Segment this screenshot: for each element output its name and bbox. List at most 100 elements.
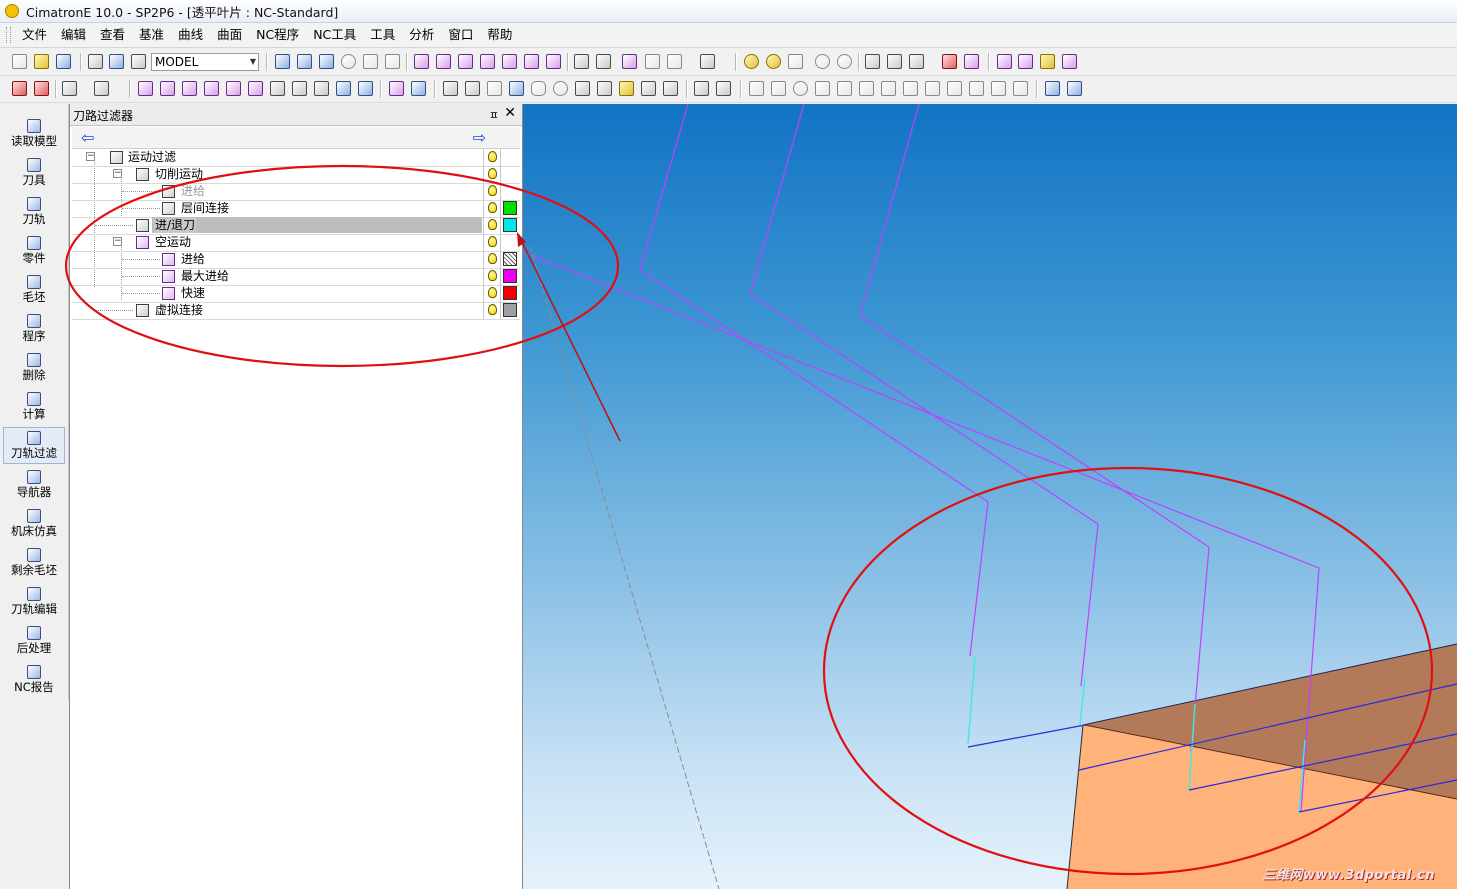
align-icon[interactable]: [663, 81, 678, 96]
arrow-left-icon[interactable]: ⇦: [81, 128, 94, 147]
sidebar-item-post-process[interactable]: 后处理: [3, 623, 65, 660]
trim-icon[interactable]: [859, 81, 874, 96]
light-off-icon[interactable]: [788, 54, 803, 69]
new-file-icon[interactable]: [12, 54, 27, 69]
collapse-icon[interactable]: −: [113, 237, 122, 246]
color-swatch[interactable]: [503, 303, 517, 317]
rotate-icon[interactable]: [385, 54, 400, 69]
wireframe-icon[interactable]: [645, 54, 660, 69]
view-right-icon[interactable]: [502, 54, 517, 69]
tree-row[interactable]: 进给: [72, 251, 520, 269]
tree-row[interactable]: − 切削运动: [72, 166, 520, 184]
menu-surface[interactable]: 曲面: [210, 24, 249, 46]
view-back-icon[interactable]: [458, 54, 473, 69]
sketch-icon[interactable]: [694, 81, 709, 96]
line-icon[interactable]: [749, 81, 764, 96]
sidebar-item-part[interactable]: 零件: [3, 233, 65, 270]
tool-holder-icon[interactable]: [575, 81, 590, 96]
view-left-icon[interactable]: [480, 54, 495, 69]
menu-analysis[interactable]: 分析: [402, 24, 441, 46]
light-bulb-icon[interactable]: [488, 270, 497, 281]
light-bulb-icon[interactable]: [488, 304, 497, 315]
tree-row[interactable]: − 运动过滤: [72, 149, 520, 167]
sidebar-item-tool[interactable]: 刀具: [3, 155, 65, 192]
render-mode-icon[interactable]: [700, 54, 715, 69]
model-view-icon[interactable]: [88, 54, 103, 69]
shading-icon[interactable]: [622, 54, 637, 69]
color-swatch[interactable]: [503, 218, 517, 232]
view-iso-icon[interactable]: [414, 54, 429, 69]
menu-tools[interactable]: 工具: [363, 24, 402, 46]
sphere-icon[interactable]: [553, 81, 568, 96]
filter-icon[interactable]: [1040, 54, 1055, 69]
pick-icon[interactable]: [947, 81, 962, 96]
color-swatch[interactable]: [503, 252, 517, 266]
menu-nc-program[interactable]: NC程序: [249, 24, 306, 46]
tree-row[interactable]: − 空运动: [72, 234, 520, 252]
plane-icon[interactable]: [837, 81, 852, 96]
light-bulb-icon[interactable]: [488, 168, 497, 179]
sidebar-item-compute[interactable]: 计算: [3, 389, 65, 426]
ucs-icon[interactable]: [1045, 81, 1060, 96]
tree-row[interactable]: 进/退刀: [72, 217, 520, 235]
menu-view[interactable]: 查看: [93, 24, 132, 46]
layers-icon[interactable]: [109, 54, 124, 69]
box-icon[interactable]: [531, 81, 546, 96]
menu-curve[interactable]: 曲线: [171, 24, 210, 46]
menu-window[interactable]: 窗口: [441, 24, 480, 46]
check-icon[interactable]: [597, 81, 612, 96]
layer-manager-icon[interactable]: [997, 54, 1012, 69]
menu-nc-tools[interactable]: NC工具: [306, 24, 363, 46]
arc-icon[interactable]: [815, 81, 830, 96]
set-manager-icon[interactable]: [1018, 54, 1033, 69]
mark-icon[interactable]: [389, 81, 404, 96]
tree-row[interactable]: 进给: [72, 183, 520, 201]
open-folder-icon[interactable]: [34, 54, 49, 69]
surface-tool-5-icon[interactable]: [226, 81, 241, 96]
pin-icon[interactable]: ㅍ: [489, 107, 499, 123]
menu-edit[interactable]: 编辑: [54, 24, 93, 46]
analysis-1-icon[interactable]: [443, 81, 458, 96]
zoom-dynamic-icon[interactable]: [319, 54, 334, 69]
light-bulb-icon[interactable]: [744, 54, 759, 69]
sidebar-item-toolpath[interactable]: 刀轨: [3, 194, 65, 231]
tree-row[interactable]: 快速: [72, 285, 520, 303]
sidebar-item-toolpath-edit[interactable]: 刀轨编辑: [3, 584, 65, 621]
light-bulb-icon[interactable]: [488, 185, 497, 196]
zoom-window-icon[interactable]: [297, 54, 312, 69]
object-filter-icon[interactable]: [1062, 54, 1077, 69]
menu-datum[interactable]: 基准: [132, 24, 171, 46]
analysis-2-icon[interactable]: [465, 81, 480, 96]
points-grid-icon[interactable]: [1013, 81, 1028, 96]
undo-icon[interactable]: [94, 81, 109, 96]
swap-icon[interactable]: [358, 81, 373, 96]
model-select[interactable]: MODEL ▼: [151, 53, 259, 71]
hidden-line-icon[interactable]: [667, 54, 682, 69]
view-normal-icon[interactable]: [574, 54, 589, 69]
circle-icon[interactable]: [793, 81, 808, 96]
pan-icon[interactable]: [363, 54, 378, 69]
sidebar-item-machine-sim[interactable]: 机床仿真: [3, 506, 65, 543]
menu-help[interactable]: 帮助: [480, 24, 519, 46]
color-swatch[interactable]: [503, 269, 517, 283]
surface-tool-10-icon[interactable]: [336, 81, 351, 96]
surface-tool-6-icon[interactable]: [248, 81, 263, 96]
measure-icon[interactable]: [887, 54, 902, 69]
project-icon[interactable]: [903, 81, 918, 96]
sidebar-item-toolpath-filter[interactable]: 刀轨过滤: [3, 427, 65, 464]
color-swatch[interactable]: [503, 286, 517, 300]
light-bulb-icon[interactable]: [488, 151, 497, 162]
coordinate-icon[interactable]: [991, 81, 1006, 96]
light-bulb-icon[interactable]: [488, 253, 497, 264]
sidebar-item-nc-report[interactable]: NC报告: [3, 662, 65, 699]
graphics-viewport[interactable]: 三维网www.3dportal.cn: [523, 104, 1457, 889]
sidebar-item-delete[interactable]: 删除: [3, 350, 65, 387]
polyline-icon[interactable]: [771, 81, 786, 96]
light-bulb-icon[interactable]: [488, 219, 497, 230]
offset-icon[interactable]: [881, 81, 896, 96]
collapse-icon[interactable]: −: [113, 169, 122, 178]
sidebar-item-remaining-stock[interactable]: 剩余毛坯: [3, 545, 65, 582]
save-icon[interactable]: [56, 54, 71, 69]
surface-tool-8-icon[interactable]: [292, 81, 307, 96]
select-icon[interactable]: [62, 81, 77, 96]
